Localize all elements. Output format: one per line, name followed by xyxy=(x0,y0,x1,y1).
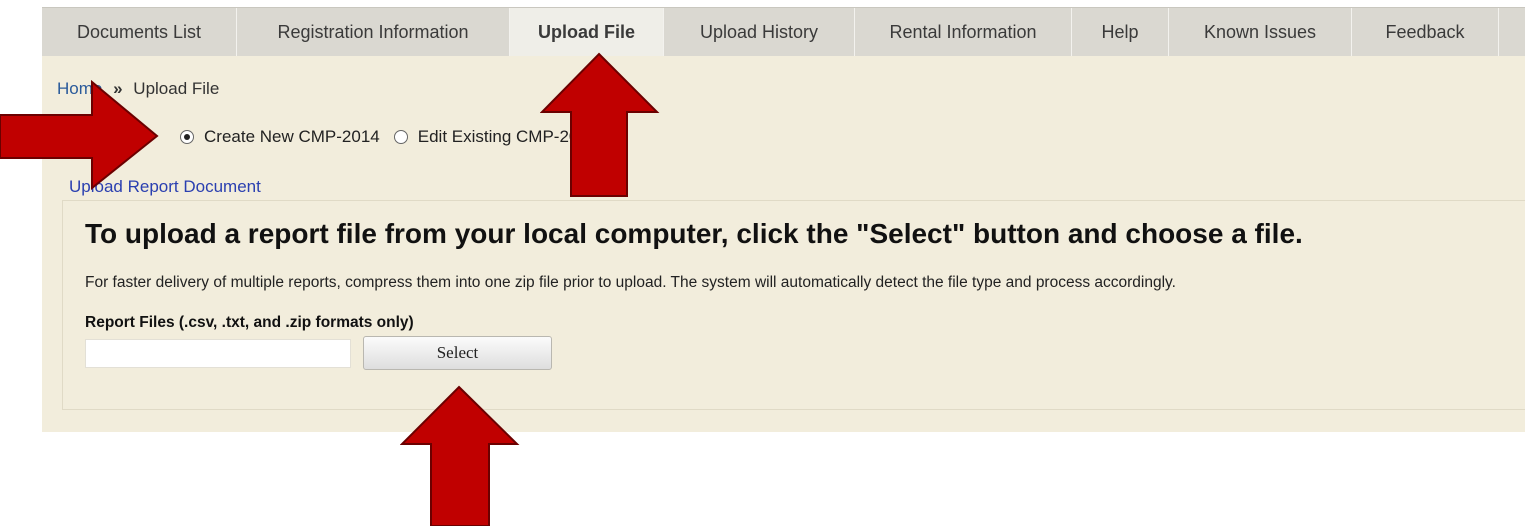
tab-help[interactable]: Help xyxy=(1072,8,1169,56)
tab-documents-list[interactable]: Documents List xyxy=(42,8,237,56)
report-file-input[interactable] xyxy=(85,339,351,368)
right-arrow-annotation xyxy=(0,80,159,190)
main-tab-bar: Documents List Registration Information … xyxy=(42,7,1525,56)
tab-known-issues[interactable]: Known Issues xyxy=(1169,8,1352,56)
tab-rental-information[interactable]: Rental Information xyxy=(855,8,1072,56)
tab-upload-history[interactable]: Upload History xyxy=(664,8,855,56)
edit-existing-radio[interactable] xyxy=(393,130,408,144)
document-mode-options: Create New CMP-2014 Edit Existing CMP-20… xyxy=(180,127,597,147)
create-new-radio[interactable] xyxy=(180,130,194,144)
select-file-button[interactable]: Select xyxy=(363,336,552,370)
report-files-label: Report Files (.csv, .txt, and .zip forma… xyxy=(85,314,414,331)
up-arrow-annotation-tab xyxy=(540,52,660,197)
upload-instructions-title: To upload a report file from your local … xyxy=(85,218,1303,249)
upload-description: For faster delivery of multiple reports,… xyxy=(85,274,1176,291)
tab-registration-information[interactable]: Registration Information xyxy=(237,8,510,56)
tab-feedback[interactable]: Feedback xyxy=(1352,8,1499,56)
up-arrow-annotation-select xyxy=(400,385,520,526)
tab-upload-file[interactable]: Upload File xyxy=(510,8,664,56)
create-new-label[interactable]: Create New CMP-2014 xyxy=(204,127,380,147)
